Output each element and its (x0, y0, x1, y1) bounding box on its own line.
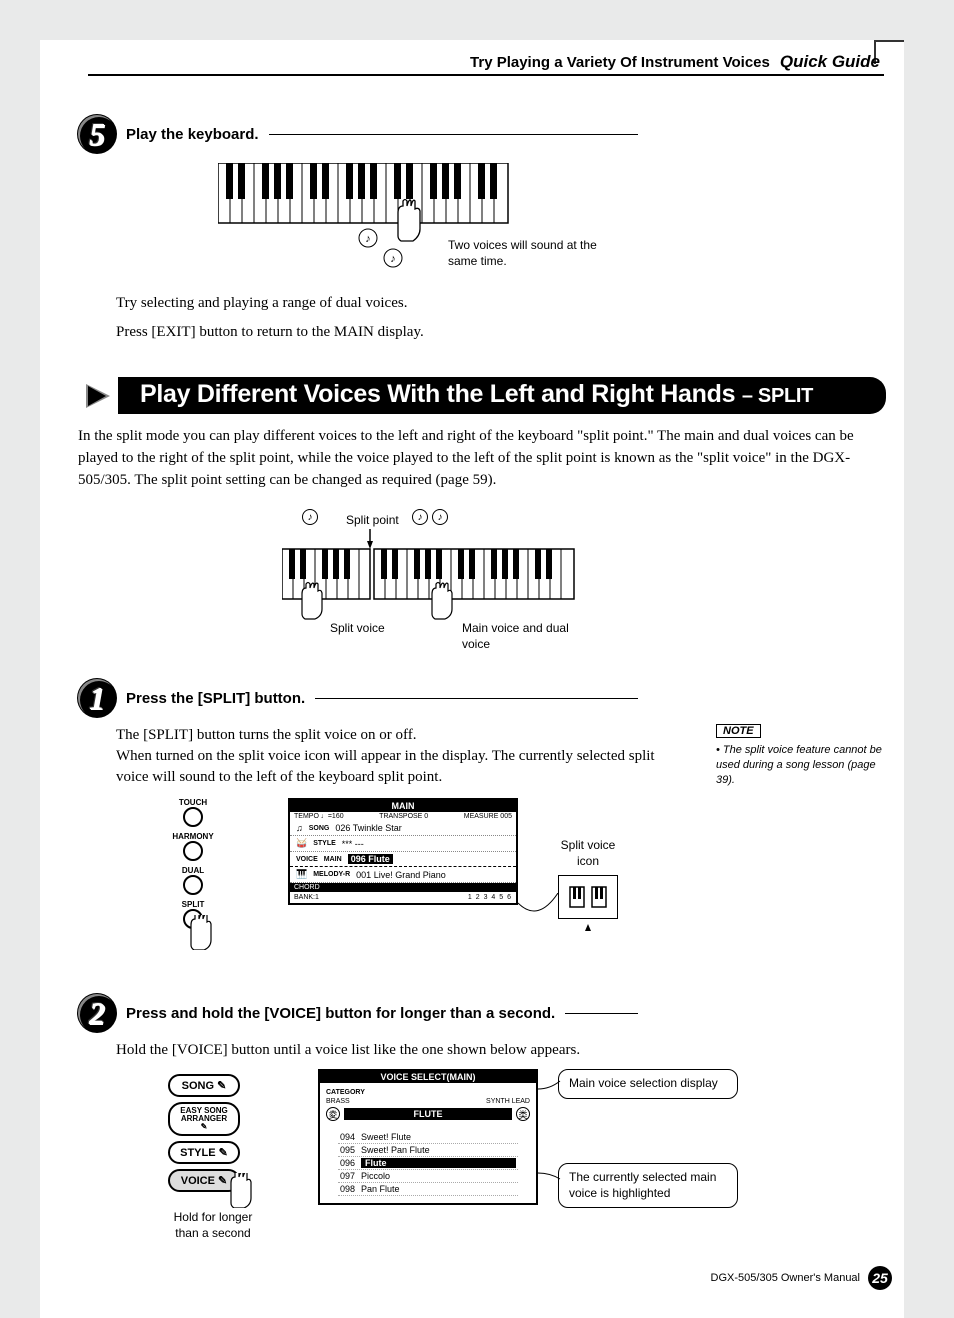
main-voice-label: Main voice and dual voice (462, 621, 572, 652)
svg-text:♪: ♪ (365, 233, 371, 245)
step-1-title: Press the [SPLIT] button. (126, 690, 305, 707)
touch-label: TOUCH (168, 798, 218, 807)
lcd-voice-select: VOICE SELECT(MAIN) CATEGORY BRASS SYNTH … (318, 1069, 538, 1205)
breadcrumb: Try Playing a Variety Of Instrument Voic… (470, 54, 770, 71)
split-keyboard-diagram: ♪ ♪ ♪ Split point Split voice Main voice… (282, 509, 682, 659)
touch-button[interactable] (183, 807, 203, 827)
page-number: 25 (868, 1266, 892, 1290)
callout-line (518, 893, 558, 923)
lcd-title: MAIN (290, 800, 516, 812)
voice-button[interactable]: VOICE ✎ (168, 1169, 240, 1192)
section-title: Play Different Voices With the Left and … (140, 380, 735, 408)
dual-button[interactable] (183, 875, 203, 895)
page-footer: DGX-505/305 Owner's Manual 25 (711, 1266, 892, 1290)
split-label: SPLIT (168, 900, 218, 909)
section-subtitle: – SPLIT (742, 385, 813, 407)
step-number-2: 2 (78, 994, 116, 1032)
hold-hint: Hold for longer than a second (168, 1210, 258, 1241)
callout-main-voice-display: Main voice selection display (558, 1069, 738, 1099)
header-rule (88, 74, 884, 76)
hand-pointer-icon (226, 1173, 256, 1208)
step-number-1: 1 (78, 679, 116, 717)
voice-list-item[interactable]: 096Flute (338, 1157, 518, 1170)
harmony-label: HARMONY (168, 832, 218, 841)
step-2-title: Press and hold the [VOICE] button for lo… (126, 1005, 555, 1022)
step5-callout: Two voices will sound at the same time. (448, 238, 608, 269)
category-next-icon[interactable]: 类 (516, 1107, 530, 1121)
guide-badge: Quick Guide (780, 52, 880, 72)
callout-selected-highlight: The currently selected main voice is hig… (558, 1163, 738, 1208)
dual-label: DUAL (168, 866, 218, 875)
step5-body2: Press [EXIT] button to return to the MAI… (116, 322, 886, 343)
callout-line (538, 1169, 562, 1189)
split-voice-label: Split voice (330, 621, 385, 637)
step5-body1: Try selecting and playing a range of dua… (116, 293, 886, 314)
easy-song-arranger-button[interactable]: EASY SONG ARRANGER ✎ (168, 1102, 240, 1136)
step-5-title: Play the keyboard. (126, 126, 259, 143)
lcd-voice-title: VOICE SELECT(MAIN) (320, 1071, 536, 1083)
note-badge: NOTE (716, 724, 761, 738)
section-intro: In the split mode you can play different… (78, 426, 886, 491)
page-header: Try Playing a Variety Of Instrument Voic… (470, 52, 880, 72)
step-2-body: Hold the [VOICE] button until a voice li… (116, 1040, 886, 1061)
step-number-5: 5 (78, 115, 116, 153)
category-prev-icon[interactable]: 夌 (326, 1107, 340, 1121)
footer-text: DGX-505/305 Owner's Manual (711, 1272, 860, 1284)
split-voice-icon-callout: Split voice icon (548, 838, 628, 869)
section-banner: Play Different Voices With the Left and … (78, 377, 886, 414)
play-icon (78, 377, 118, 414)
split-voice-icon (558, 875, 618, 919)
lcd-main-display: MAIN TEMPO ♩=160 TRANSPOSE 0 MEASURE 005… (288, 798, 518, 905)
callout-line (538, 1077, 562, 1097)
style-button[interactable]: STYLE ✎ (168, 1141, 240, 1164)
svg-text:♪: ♪ (390, 253, 396, 265)
note-text: • The split voice feature cannot be used… (716, 743, 886, 788)
song-button[interactable]: SONG ✎ (168, 1074, 240, 1097)
hand-pointer-icon (186, 915, 216, 950)
step-1-body: The [SPLIT] button turns the split voice… (116, 725, 656, 788)
harmony-button[interactable] (183, 841, 203, 861)
voice-list-item[interactable]: 095Sweet! Pan Flute (338, 1144, 518, 1157)
voice-list-item[interactable]: 097Piccolo (338, 1170, 518, 1183)
voice-list-item[interactable]: 094Sweet! Flute (338, 1131, 518, 1144)
voice-list-item[interactable]: 098Pan Flute (338, 1183, 518, 1196)
